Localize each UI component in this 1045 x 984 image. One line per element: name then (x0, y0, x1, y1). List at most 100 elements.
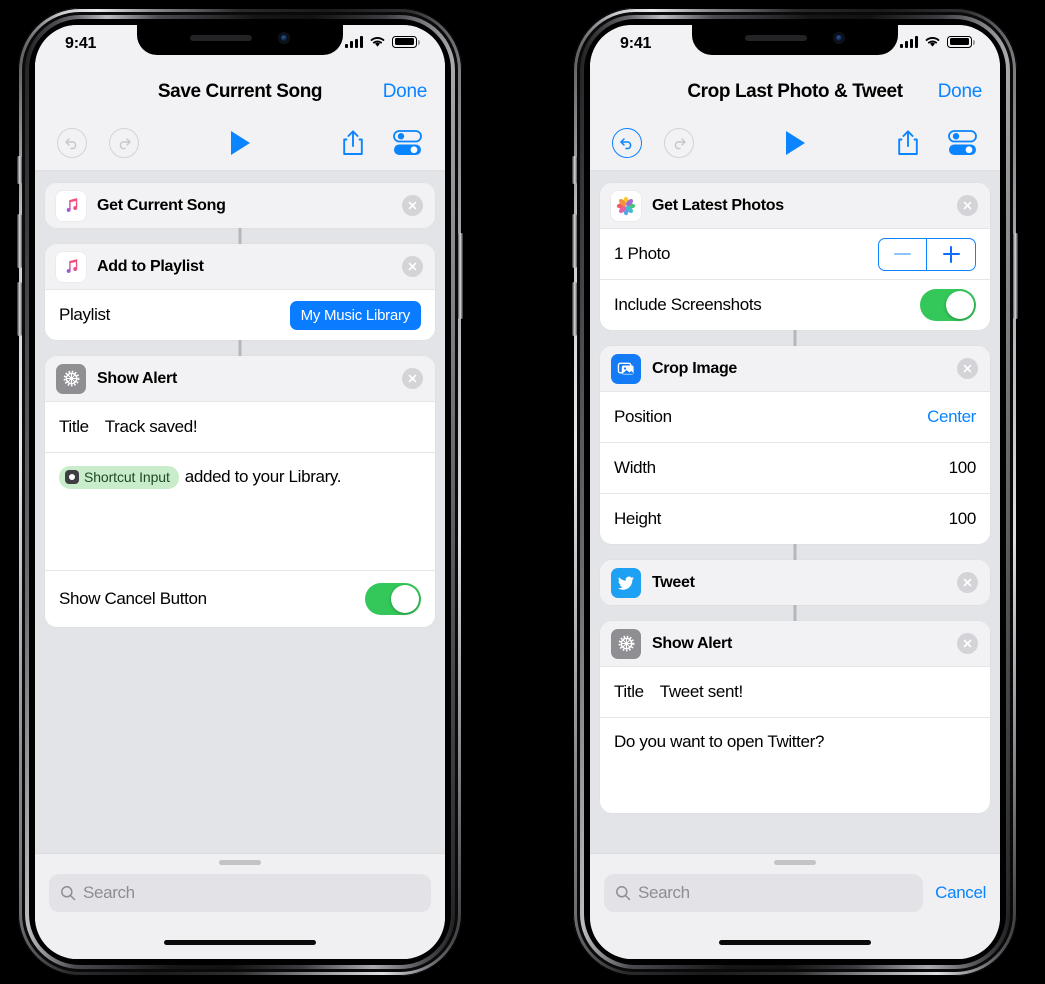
alert-message-text: added to your Library. (184, 467, 342, 486)
action-header[interactable]: Crop Image (600, 346, 990, 391)
shortcut-input-token[interactable]: Shortcut Input (59, 466, 179, 489)
photo-count-stepper[interactable] (878, 237, 976, 271)
redo-button[interactable] (109, 127, 139, 158)
cellular-signal-icon (345, 36, 363, 48)
action-parameter-row[interactable]: 1 Photo (600, 228, 990, 279)
action-title: Get Latest Photos (652, 196, 784, 214)
alert-title-value[interactable]: Track saved! (105, 417, 198, 437)
stepper-minus-button[interactable] (879, 238, 927, 270)
done-button[interactable]: Done (938, 81, 983, 103)
action-card[interactable]: Tweet (600, 560, 990, 605)
action-parameter-row[interactable]: Playlist My Music Library (45, 289, 435, 340)
action-header[interactable]: Tweet (600, 560, 990, 605)
home-indicator[interactable] (164, 939, 316, 945)
width-value[interactable]: 100 (949, 458, 977, 478)
power-button[interactable] (1013, 233, 1018, 319)
action-card[interactable]: Get Current Song (45, 183, 435, 228)
stepper-plus-button[interactable] (927, 239, 975, 270)
remove-action-button[interactable] (402, 368, 423, 389)
action-header[interactable]: Show Alert (45, 356, 435, 401)
drag-handle[interactable] (774, 860, 816, 865)
action-header[interactable]: Get Current Song (45, 183, 435, 228)
undo-button[interactable] (612, 127, 642, 158)
action-card[interactable]: Show Alert Title Tweet sent! Do you want… (600, 621, 990, 813)
redo-button[interactable] (664, 127, 694, 158)
show-cancel-button-toggle[interactable] (365, 583, 421, 615)
action-header[interactable]: Show Alert (600, 621, 990, 666)
screenshot-stage: 9:41 Save Current Song Done Get Current … (0, 0, 1045, 984)
action-header[interactable]: Add to Playlist (45, 244, 435, 289)
battery-icon (392, 35, 420, 48)
share-icon[interactable] (896, 129, 920, 157)
volume-down-button[interactable] (572, 282, 577, 336)
action-card[interactable]: Crop Image Position Center Width 100 Hei… (600, 346, 990, 544)
action-connector (600, 605, 990, 621)
share-icon[interactable] (341, 129, 365, 157)
remove-action-button[interactable] (957, 572, 978, 593)
remove-action-button[interactable] (957, 358, 978, 379)
search-icon (61, 886, 76, 901)
settings-icon[interactable] (948, 129, 978, 157)
navigation-bar: Crop Last Photo & Tweet Done (590, 69, 1000, 115)
playlist-value-pill[interactable]: My Music Library (289, 300, 421, 330)
height-value[interactable]: 100 (949, 509, 977, 529)
action-card[interactable]: Show Alert Title Track saved! Shortcut I… (45, 356, 435, 627)
photos-icon (611, 190, 641, 221)
volume-up-button[interactable] (572, 214, 577, 268)
done-button[interactable]: Done (383, 81, 428, 103)
silent-switch[interactable] (572, 156, 577, 184)
undo-button[interactable] (57, 127, 87, 158)
alert-message-text: Do you want to open Twitter? (614, 732, 825, 751)
play-button[interactable] (785, 130, 805, 155)
action-title: Crop Image (652, 359, 738, 377)
volume-up-button[interactable] (17, 214, 22, 268)
action-parameter-row[interactable]: Width 100 (600, 442, 990, 493)
cellular-signal-icon (900, 36, 918, 48)
alert-title-value[interactable]: Tweet sent! (660, 682, 743, 702)
action-parameter-row[interactable]: Height 100 (600, 493, 990, 544)
home-indicator[interactable] (719, 939, 871, 945)
power-button[interactable] (458, 233, 463, 319)
action-connector (600, 330, 990, 346)
silent-switch[interactable] (17, 156, 22, 184)
iphone-device-left: 9:41 Save Current Song Done Get Current … (17, 8, 463, 976)
search-input[interactable]: Search (49, 874, 431, 912)
parameter-label: Playlist (59, 305, 111, 324)
editor-toolbar (35, 115, 445, 171)
action-parameter-row[interactable]: Title Track saved! (45, 401, 435, 452)
status-time: 9:41 (620, 35, 652, 52)
gear-icon (611, 628, 641, 659)
variable-icon (65, 470, 79, 485)
remove-action-button[interactable] (957, 195, 978, 216)
action-title: Add to Playlist (97, 257, 204, 275)
navigation-bar: Save Current Song Done (35, 69, 445, 115)
settings-icon[interactable] (393, 129, 423, 157)
action-connector (45, 228, 435, 244)
alert-message-field[interactable]: Shortcut Input added to your Library. (45, 452, 435, 570)
parameter-label: Height (614, 509, 662, 528)
volume-down-button[interactable] (17, 282, 22, 336)
remove-action-button[interactable] (402, 256, 423, 277)
include-screenshots-toggle[interactable] (920, 289, 976, 321)
position-value[interactable]: Center (927, 407, 976, 427)
action-parameter-row[interactable]: Include Screenshots (600, 279, 990, 330)
search-cancel-button[interactable]: Cancel (935, 883, 986, 903)
action-parameter-row[interactable]: Title Tweet sent! (600, 666, 990, 717)
twitter-icon (611, 567, 641, 598)
action-parameter-row[interactable]: Show Cancel Button (45, 570, 435, 627)
device-notch (137, 25, 343, 55)
remove-action-button[interactable] (957, 633, 978, 654)
page-title: Crop Last Photo & Tweet (687, 81, 903, 102)
gear-icon (56, 363, 86, 394)
play-button[interactable] (230, 130, 250, 155)
search-input[interactable]: Search (604, 874, 924, 912)
drag-handle[interactable] (219, 860, 261, 865)
action-card[interactable]: Get Latest Photos 1 Photo Include Screen… (600, 183, 990, 330)
alert-message-field[interactable]: Do you want to open Twitter? (600, 717, 990, 813)
remove-action-button[interactable] (402, 195, 423, 216)
shortcut-actions-list[interactable]: Get Current Song Add to Playlist Playlis… (35, 171, 445, 853)
action-header[interactable]: Get Latest Photos (600, 183, 990, 228)
action-card[interactable]: Add to Playlist Playlist My Music Librar… (45, 244, 435, 340)
shortcut-actions-list[interactable]: Get Latest Photos 1 Photo Include Screen… (590, 171, 1000, 853)
action-parameter-row[interactable]: Position Center (600, 391, 990, 442)
